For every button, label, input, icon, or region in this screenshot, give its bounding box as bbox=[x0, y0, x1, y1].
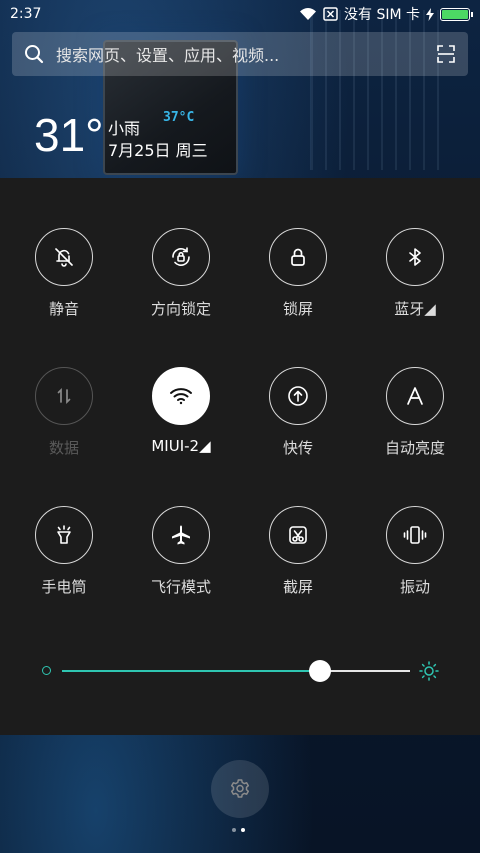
page-dot-2 bbox=[241, 828, 245, 832]
tile-silent[interactable]: 静音 bbox=[9, 228, 119, 319]
weather-condition: 小雨 bbox=[108, 119, 141, 138]
tile-lock-screen[interactable]: 锁屏 bbox=[243, 228, 353, 319]
gear-icon bbox=[230, 779, 250, 798]
tile-vibrate[interactable]: 振动 bbox=[360, 506, 470, 597]
brightness-low-icon bbox=[42, 666, 51, 675]
battery-icon bbox=[440, 7, 473, 21]
flashlight-icon bbox=[35, 506, 93, 564]
wifi-icon bbox=[152, 367, 210, 425]
tile-label: 静音 bbox=[48, 300, 79, 318]
tile-quick-share[interactable]: 快传 bbox=[243, 367, 353, 458]
status-time: 2:37 bbox=[10, 6, 42, 22]
tile-screenshot[interactable]: 截屏 bbox=[243, 506, 353, 597]
bluetooth-icon bbox=[386, 228, 444, 286]
tile-label: 快传 bbox=[282, 439, 313, 457]
tile-mobile-data[interactable]: 数据 bbox=[9, 367, 119, 458]
brightness-track[interactable] bbox=[62, 670, 410, 672]
wallpaper-chip-label: 37°C bbox=[163, 110, 195, 125]
quick-settings-panel: 静音 方向锁定 锁屏 蓝牙◢ 数据 MIUI-2◢ 快传 自动亮度 手电筒 飞行… bbox=[0, 178, 480, 735]
tile-bluetooth[interactable]: 蓝牙◢ bbox=[360, 228, 470, 319]
quick-share-icon bbox=[269, 367, 327, 425]
tile-label: MIUI-2◢ bbox=[151, 437, 211, 455]
mobile-data-icon bbox=[35, 367, 93, 425]
brightness-thumb[interactable] bbox=[308, 660, 331, 682]
tile-label: 蓝牙◢ bbox=[394, 300, 436, 318]
weather-date: 7月25日 周三 bbox=[108, 141, 208, 160]
tile-label: 手电筒 bbox=[41, 578, 87, 596]
search-icon bbox=[25, 45, 44, 64]
status-bar: 2:37 没有 SIM 卡 bbox=[0, 0, 480, 28]
page-indicator bbox=[232, 828, 245, 832]
brightness-slider[interactable] bbox=[40, 658, 440, 684]
brightness-high-icon bbox=[419, 661, 439, 681]
charging-icon bbox=[426, 7, 434, 21]
settings-button[interactable] bbox=[211, 760, 269, 818]
no-sim-icon bbox=[323, 7, 338, 21]
page-dot-1 bbox=[232, 828, 236, 832]
tile-label: 方向锁定 bbox=[150, 300, 211, 318]
tile-flashlight[interactable]: 手电筒 bbox=[9, 506, 119, 597]
wifi-status-icon bbox=[300, 8, 316, 20]
lock-icon bbox=[269, 228, 327, 286]
tile-label: 自动亮度 bbox=[384, 439, 445, 457]
search-bar[interactable]: 搜索网页、设置、应用、视频... bbox=[12, 32, 468, 76]
tile-airplane[interactable]: 飞行模式 bbox=[126, 506, 236, 597]
tile-label: 锁屏 bbox=[282, 300, 313, 318]
screenshot-icon bbox=[269, 506, 327, 564]
sim-status-text: 没有 SIM 卡 bbox=[344, 7, 420, 23]
auto-brightness-icon bbox=[386, 367, 444, 425]
vibrate-icon bbox=[386, 506, 444, 564]
bell-off-icon bbox=[35, 228, 93, 286]
tile-label: 飞行模式 bbox=[150, 578, 211, 596]
weather-temperature[interactable]: 31° bbox=[34, 108, 104, 162]
tile-label: 振动 bbox=[399, 578, 430, 596]
scan-icon[interactable] bbox=[436, 44, 456, 64]
tile-auto-brightness[interactable]: 自动亮度 bbox=[360, 367, 470, 458]
tile-rotation-lock[interactable]: 方向锁定 bbox=[126, 228, 236, 319]
rotation-lock-icon bbox=[152, 228, 210, 286]
tile-label: 截屏 bbox=[282, 578, 313, 596]
tile-label: 数据 bbox=[48, 439, 79, 457]
brightness-track-fill bbox=[62, 670, 320, 672]
airplane-icon bbox=[152, 506, 210, 564]
search-placeholder: 搜索网页、设置、应用、视频... bbox=[56, 46, 280, 65]
tile-wifi[interactable]: MIUI-2◢ bbox=[126, 367, 236, 455]
